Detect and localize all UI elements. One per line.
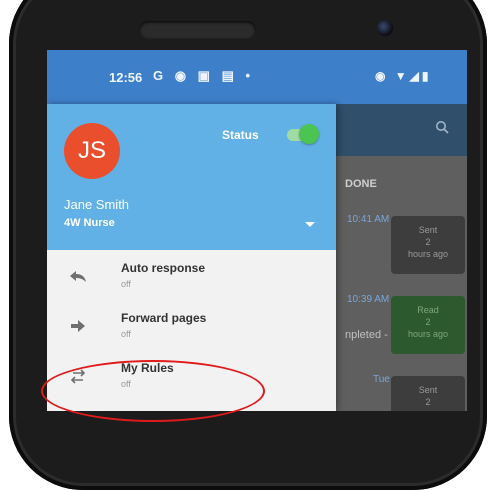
card-count: 2 [425, 397, 431, 407]
earpiece-speaker [139, 21, 256, 39]
card-status: Sent [418, 385, 438, 395]
message-time: 10:41 AM [347, 214, 390, 225]
system-icons: ◉ ▼◢▮ [375, 69, 432, 83]
card-status: Read [417, 305, 439, 315]
menu-item-state: off [121, 329, 131, 339]
forward-icon [67, 315, 89, 337]
card-unit: hours ago [407, 249, 449, 259]
message-status-card[interactable]: Sent 2 hours ago [391, 216, 465, 274]
card-status: Sent [418, 225, 438, 235]
user-role: 4W Nurse [64, 217, 115, 229]
menu-item-state: off [121, 279, 131, 289]
status-bar: 12:56 G ◉ ▣ ▤ • ◉ ▼◢▮ [47, 50, 467, 104]
avatar[interactable]: JS [64, 123, 120, 179]
account-dropdown-icon[interactable] [305, 222, 315, 227]
menu-item-forward-pages[interactable]: Forward pages off [47, 307, 336, 355]
message-time: 10:39 AM [347, 294, 390, 305]
menu-item-label: Auto response [121, 261, 206, 275]
menu-item-label: Forward pages [121, 311, 207, 325]
message-status-card[interactable]: Read 2 hours ago [391, 296, 465, 354]
card-count: 2 [425, 317, 431, 327]
card-unit: hours ago [407, 329, 449, 339]
notification-icons: G ◉ ▣ ▤ • [153, 68, 255, 83]
message-status-card[interactable]: Sent 2 [391, 376, 465, 411]
status-label: Status [222, 128, 259, 142]
message-time: Tue [373, 374, 390, 385]
status-time: 12:56 [109, 70, 143, 85]
done-column-header: DONE [345, 178, 377, 190]
highlight-annotation [41, 360, 265, 422]
search-icon[interactable] [435, 120, 449, 139]
phone-screen: 12:56 G ◉ ▣ ▤ • ◉ ▼◢▮ DONE 10:41 AM Sent… [47, 50, 467, 411]
reply-icon [67, 265, 89, 287]
menu-item-auto-response[interactable]: Auto response off [47, 257, 336, 305]
drawer-header: JS Status Jane Smith 4W Nurse [47, 104, 336, 250]
message-preview-text: npleted - [345, 329, 388, 341]
card-count: 2 [425, 237, 431, 247]
user-name: Jane Smith [64, 197, 130, 212]
status-toggle[interactable] [299, 124, 319, 144]
phone-frame: 12:56 G ◉ ▣ ▤ • ◉ ▼◢▮ DONE 10:41 AM Sent… [9, 0, 487, 490]
front-camera [377, 20, 393, 36]
